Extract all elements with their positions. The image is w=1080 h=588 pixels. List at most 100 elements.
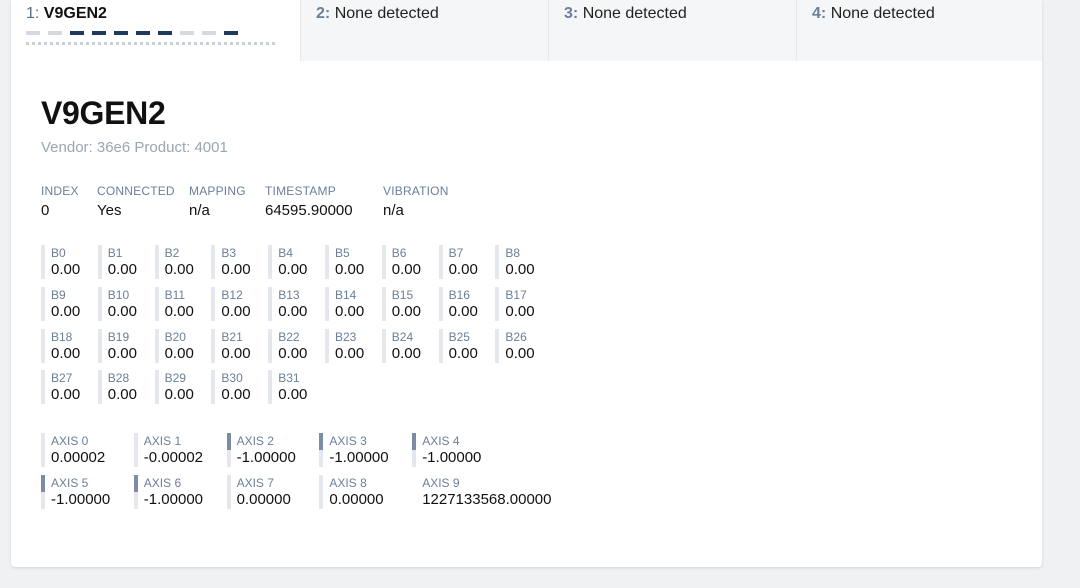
button-label: B28	[107, 371, 130, 386]
device-title: V9GEN2	[41, 95, 166, 131]
button-value: 0.00	[505, 302, 535, 320]
button-label: B23	[335, 329, 357, 344]
axis-level-indicator	[41, 475, 45, 492]
button-cell: B9 0.00	[41, 286, 85, 321]
button-cell: B6 0.00	[381, 245, 426, 279]
button-value: 0.00	[51, 344, 81, 362]
button-value: 0.00	[164, 302, 194, 320]
button-value: 0.00	[51, 302, 81, 320]
indicator-segment	[202, 31, 216, 35]
button-value: 0.00	[221, 302, 251, 320]
button-value: 0.00	[448, 344, 478, 362]
indicator-segment	[48, 31, 62, 35]
button-label: B18	[51, 329, 73, 344]
button-label: B20	[164, 329, 186, 344]
button-label: B9	[51, 287, 66, 302]
button-cell: B28 0.00	[97, 370, 142, 405]
button-label: B7	[448, 246, 464, 260]
button-value: 0.00	[221, 261, 251, 278]
button-cell: B5 0.00	[325, 245, 369, 279]
button-label: B19	[107, 329, 130, 344]
button-cell: B22 0.00	[268, 328, 312, 363]
axis-cell: AXIS 6 -1.00000	[133, 475, 204, 509]
tab-number: 4:	[812, 5, 827, 22]
button-cell: B23 0.00	[325, 328, 369, 363]
axis-cell: AXIS 0 0.00002	[41, 433, 105, 467]
index-value: 0	[41, 202, 50, 219]
axis-cell: AXIS 5 -1.00000	[41, 475, 110, 509]
axis-value: -1.00000	[143, 491, 204, 508]
indicator-segment	[92, 31, 106, 35]
button-label: B4	[278, 246, 293, 260]
mapping-label: MAPPING	[189, 184, 246, 198]
button-label: B22	[278, 329, 300, 344]
axis-value: 0.00000	[329, 491, 384, 508]
button-cell: B3 0.00	[211, 245, 255, 279]
indicator-segment	[224, 31, 238, 35]
button-value: 0.00	[107, 386, 137, 404]
button-value: 0.00	[51, 386, 81, 404]
button-value: 0.00	[448, 261, 478, 278]
button-value: 0.00	[164, 344, 194, 362]
button-label: B8	[505, 246, 521, 260]
tab-label: V9GEN2	[43, 5, 107, 22]
axis-label: AXIS 9	[422, 476, 460, 490]
button-cell: B21 0.00	[211, 328, 255, 363]
button-value: 0.00	[51, 261, 81, 278]
button-value: 0.00	[107, 261, 137, 278]
button-label: B15	[391, 287, 414, 302]
button-label: B25	[448, 329, 470, 344]
button-value: 0.00	[335, 344, 365, 362]
button-cell: B29 0.00	[154, 370, 199, 405]
button-cell: B2 0.00	[154, 245, 199, 279]
axis-label: AXIS 3	[329, 434, 367, 448]
vibration-label: VIBRATION	[383, 184, 449, 198]
tab-gamepad-4[interactable]: 4: None detected	[796, 0, 1042, 61]
vibration-value: n/a	[383, 202, 404, 219]
tab-number: 2:	[316, 5, 331, 22]
tab-gamepad-1[interactable]: 1: V9GEN2	[11, 0, 300, 61]
tab-gamepad-3[interactable]: 3: None detected	[548, 0, 796, 61]
button-label: B10	[107, 287, 130, 302]
button-cell: B13 0.00	[268, 286, 312, 321]
button-cell: B7 0.00	[438, 245, 483, 279]
indicator-segment	[136, 31, 150, 35]
axis-level-indicator	[226, 433, 231, 450]
axis-cell: AXIS 7 0.00000	[226, 475, 291, 509]
button-cell: B20 0.00	[154, 328, 199, 363]
button-label: B21	[221, 329, 243, 344]
button-cell: B1 0.00	[97, 245, 142, 279]
device-vendor: Vendor: 36e6 Product: 4001	[41, 139, 228, 156]
button-value: 0.00	[164, 261, 194, 278]
tab-number: 3:	[564, 5, 579, 22]
index-label: INDEX	[41, 184, 79, 198]
axis-label: AXIS 2	[236, 434, 274, 448]
button-label: B16	[448, 287, 470, 302]
button-value: 0.00	[221, 344, 251, 362]
axis-cell: AXIS 4 -1.00000	[412, 433, 481, 467]
indicator-segment	[70, 31, 84, 35]
axis-value: -1.00000	[236, 449, 296, 466]
button-label: B1	[107, 246, 123, 260]
tab-number: 1:	[26, 5, 40, 22]
button-cell: B27 0.00	[41, 370, 85, 405]
axis-label: AXIS 8	[329, 476, 367, 490]
button-value: 0.00	[391, 302, 421, 320]
axis-value: -0.00002	[143, 449, 204, 466]
button-label: B5	[335, 246, 350, 260]
button-value: 0.00	[391, 261, 421, 278]
button-value: 0.00	[278, 344, 308, 362]
mapping-value: n/a	[189, 202, 210, 219]
button-value: 0.00	[107, 344, 137, 362]
button-label: B12	[221, 287, 243, 302]
indicator-segment	[26, 31, 40, 35]
tab-gamepad-2[interactable]: 2: None detected	[300, 0, 548, 61]
gamepad-card: 1: V9GEN2 2: None detected 3: None detec…	[11, 0, 1042, 567]
axis-value: -1.00000	[329, 449, 389, 466]
axis-value: -1.00000	[422, 449, 482, 466]
button-cell: B31 0.00	[268, 370, 312, 405]
button-label: B27	[51, 371, 73, 386]
axis-cell: AXIS 1 -0.00002	[133, 433, 204, 467]
button-cell: B8 0.00	[495, 245, 539, 279]
button-cell: B19 0.00	[97, 328, 142, 363]
